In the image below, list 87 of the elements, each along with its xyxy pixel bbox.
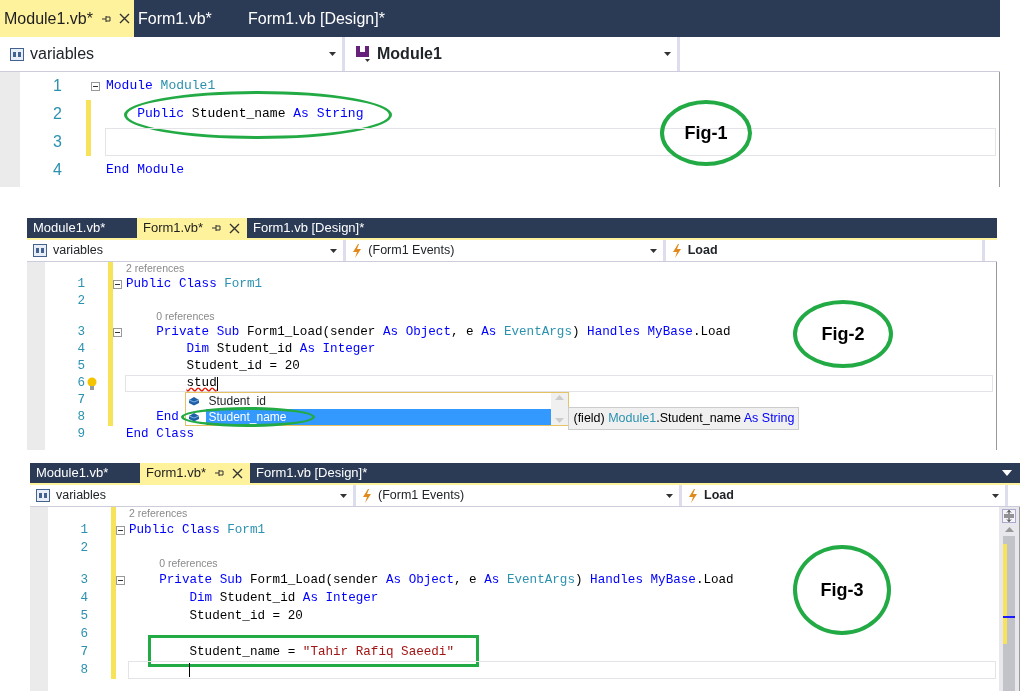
lightning-icon xyxy=(688,488,698,503)
line-number: 1 xyxy=(80,522,88,537)
collapse-icon[interactable] xyxy=(113,280,122,289)
code-line: Private Sub Form1_Load(sender As Object, e As EventArgs) Handles MyBase.Load xyxy=(158,571,734,589)
line-number: 7 xyxy=(80,644,88,659)
collapse-icon[interactable] xyxy=(91,81,100,91)
lightning-icon xyxy=(362,488,372,503)
lightbulb-icon[interactable] xyxy=(87,376,97,391)
line-number: 3 xyxy=(80,572,88,587)
file-icon xyxy=(36,489,50,502)
tab[interactable]: Form1.vb* xyxy=(140,463,250,483)
line-number: 5 xyxy=(77,359,85,374)
collapse-icon[interactable] xyxy=(113,328,122,337)
references-link[interactable]: 0 references xyxy=(156,309,215,325)
pin-icon[interactable] xyxy=(210,223,221,233)
lightning-icon xyxy=(671,243,682,258)
dropdown[interactable]: variables xyxy=(27,240,347,261)
scrollbar[interactable] xyxy=(1003,536,1015,691)
tab[interactable]: Form1.vb* xyxy=(133,0,244,37)
figure-label: Fig-3 xyxy=(820,578,864,602)
close-icon[interactable] xyxy=(228,222,240,234)
code-line: Public Class Form1 xyxy=(126,276,263,294)
line-number: 4 xyxy=(53,161,62,178)
dropdown[interactable]: variables xyxy=(0,37,345,71)
field-icon xyxy=(188,412,201,422)
tab[interactable]: Form1.vb [Design]* xyxy=(250,463,374,483)
dropdown[interactable]: Load xyxy=(665,240,985,261)
code-line: End Module xyxy=(106,161,184,180)
tab[interactable]: Form1.vb* xyxy=(137,218,247,238)
dropdown[interactable]: (Form1 Events) xyxy=(346,240,666,261)
line-number: 4 xyxy=(77,342,85,357)
field-icon xyxy=(188,396,201,406)
code-line: Student_id = 20 xyxy=(185,358,300,376)
line-number: 1 xyxy=(77,277,85,292)
pin-icon[interactable] xyxy=(100,13,111,24)
code-line: End Class xyxy=(126,426,195,444)
dropdown[interactable]: (Form1 Events) xyxy=(356,485,682,506)
code-line: Dim Student_id As Integer xyxy=(188,589,379,607)
file-icon xyxy=(10,47,24,61)
line-number: 1 xyxy=(53,77,62,94)
code-line: Student_name = "Tahir Rafiq Saeedi" xyxy=(188,643,454,661)
close-icon[interactable] xyxy=(231,467,243,479)
collapse-icon[interactable] xyxy=(116,525,125,535)
line-number: 5 xyxy=(80,608,88,623)
references-link[interactable]: 2 references xyxy=(126,261,185,277)
line-number: 8 xyxy=(77,410,85,425)
line-number: 8 xyxy=(80,662,88,677)
line-number: 2 xyxy=(80,540,88,555)
dropdown[interactable]: Load xyxy=(682,485,1008,506)
references-link[interactable]: 2 references xyxy=(129,506,188,522)
figure-label: Fig-1 xyxy=(684,121,728,145)
line-number: 4 xyxy=(80,590,88,605)
figure-label: Fig-2 xyxy=(821,322,865,346)
line-number: 3 xyxy=(77,325,85,340)
tab[interactable]: Form1.vb [Design]* xyxy=(243,0,404,37)
split-icon[interactable] xyxy=(1002,509,1016,523)
line-number: 7 xyxy=(77,393,85,408)
line-number: 6 xyxy=(77,376,85,391)
module-icon xyxy=(355,45,371,63)
code-line: stud xyxy=(186,375,217,393)
close-icon[interactable] xyxy=(118,13,130,24)
file-icon xyxy=(33,244,47,257)
dropdown-arrow-icon[interactable] xyxy=(1002,470,1012,476)
tab[interactable]: Module1.vb* xyxy=(0,0,134,37)
code-line: Student_id = 20 xyxy=(188,607,303,625)
code-line: Module Module1 xyxy=(106,77,216,96)
lightning-icon xyxy=(352,243,363,258)
code-line: End xyxy=(155,409,179,427)
collapse-icon[interactable] xyxy=(116,575,125,585)
line-number: 2 xyxy=(53,105,62,122)
references-link[interactable]: 0 references xyxy=(159,556,218,572)
tab[interactable]: Module1.vb* xyxy=(27,218,137,238)
pin-icon[interactable] xyxy=(213,468,224,478)
code-line: Public Class Form1 xyxy=(129,521,266,539)
tab[interactable]: Form1.vb [Design]* xyxy=(247,218,371,238)
tab[interactable]: Module1.vb* xyxy=(30,463,140,483)
code-line: Public Student_name As String xyxy=(136,105,364,124)
dropdown[interactable]: Module1 xyxy=(345,37,680,71)
line-number: 3 xyxy=(53,133,62,150)
autocomplete-item[interactable]: Student_id xyxy=(206,391,268,411)
code-line: Private Sub Form1_Load(sender As Object, e As EventArgs) Handles MyBase.Load xyxy=(155,324,731,342)
line-number: 2 xyxy=(77,294,85,309)
line-number: 6 xyxy=(80,626,88,641)
tooltip: (field) Module1.Student_name As String xyxy=(568,407,800,430)
dropdown[interactable]: variables xyxy=(30,485,356,506)
line-number: 9 xyxy=(77,427,85,442)
code-line: Dim Student_id As Integer xyxy=(185,341,376,359)
